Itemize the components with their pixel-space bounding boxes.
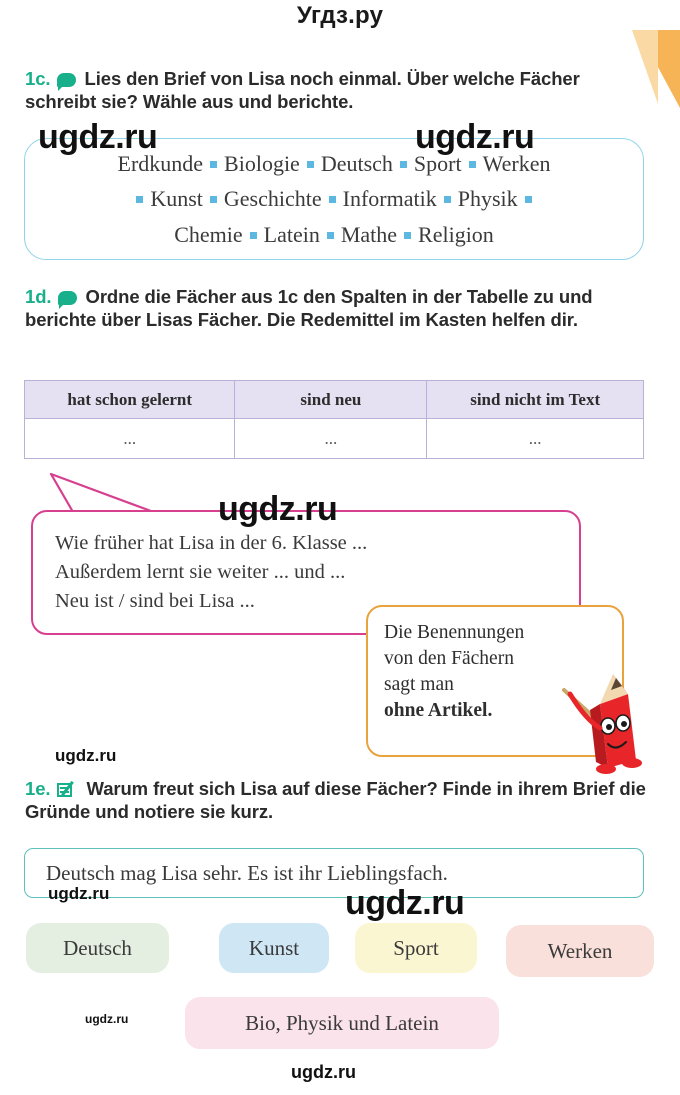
sample-answer-box: Deutsch mag Lisa sehr. Es ist ihr Liebli… [24,848,644,898]
grammar-tip-line: sagt man [384,673,454,695]
speech-bubble-icon [58,291,78,309]
bullet-square-icon [404,231,412,239]
bullet-square-icon [399,160,407,168]
subjects-line-3: Chemie Latein Mathe Religion [174,217,494,253]
textbook-page: Угдз.ру 1c. Lies den Brief von Lisa noch… [0,0,680,1095]
task-1e-number: 1e. [25,778,51,799]
subject-chip[interactable]: Kunst [150,186,203,211]
subject-chip[interactable]: Biologie [224,151,300,176]
task-1c: 1c. Lies den Brief von Lisa noch einmal.… [25,68,655,113]
task-1c-text: Lies den Brief von Lisa noch einmal. Übe… [25,68,580,112]
subject-pill-kunst[interactable]: Kunst [219,923,329,973]
task-1e-text: Warum freut sich Lisa auf diese Fächer? … [25,778,646,822]
subject-pill-bio-physik-latein[interactable]: Bio, Physik und Latein [185,997,499,1049]
sample-answer-text: Deutsch mag Lisa sehr. Es ist ihr Liebli… [46,860,448,885]
bullet-square-icon [468,160,476,168]
bullet-square-icon [443,196,451,204]
subject-chip[interactable]: Latein [264,222,320,247]
redemittel-line: Außerdem lernt sie weiter ... und ... [55,561,346,584]
subjects-sorting-table: hat schon gelernt sind neu sind nicht im… [23,380,644,459]
write-note-icon [57,780,77,798]
subject-chip[interactable]: Religion [418,222,494,247]
watermark: ugdz.ru [55,746,117,765]
table-row: ... ... ... [23,418,644,459]
task-1d-number: 1d. [25,286,52,307]
subject-pill-sport[interactable]: Sport [355,923,477,973]
subject-pill-label: Werken [547,938,613,963]
bullet-square-icon [136,196,144,204]
subject-chip[interactable]: Informatik [343,186,437,211]
grammar-tip-line: von den Fächern [384,647,514,669]
grammar-tip-line: Die Benennungen [384,622,525,643]
task-1e: 1e. Warum freut sich Lisa auf diese Fäch… [25,778,655,823]
table-cell[interactable]: ... [234,418,428,459]
subject-chip[interactable]: Physik [458,186,518,211]
bullet-square-icon [210,160,218,168]
watermark: ugdz.ru [85,1012,129,1026]
task-1d: 1d. Ordne die Fächer aus 1c den Spalten … [25,286,655,331]
subject-pill-label: Kunst [248,935,300,960]
subjects-choice-box: Erdkunde Biologie Deutsch Sport Werken Kunst… [24,138,644,260]
subject-pill-werken[interactable]: Werken [506,925,654,977]
bullet-square-icon [326,231,334,239]
speech-bubble-icon [57,73,77,91]
subject-pill-label: Sport [393,935,439,960]
subject-chip[interactable]: Erdkunde [118,151,204,176]
table-header-row: hat schon gelernt sind neu sind nicht im… [23,380,644,419]
watermark: ugdz.ru [291,1062,356,1082]
table-cell[interactable]: ... [23,418,236,459]
site-header-title: Угдз.ру [296,2,384,29]
redemittel-line: Wie früher hat Lisa in der 6. Klasse ... [55,532,368,554]
subject-chip[interactable]: Geschichte [224,186,322,211]
subject-chip[interactable]: Sport [414,151,462,176]
subject-chip[interactable]: Mathe [341,222,397,247]
table-header-cell: sind neu [234,380,428,419]
subject-chip[interactable]: Chemie [174,222,242,247]
table-cell[interactable]: ... [426,418,644,459]
subject-chip[interactable]: Deutsch [321,151,393,176]
table-header-cell: hat schon gelernt [23,380,236,419]
bullet-square-icon [524,196,532,204]
bullet-square-icon [209,196,217,204]
bullet-square-icon [328,196,336,204]
subjects-line-2: Kunst Geschichte Informatik Physik [129,181,538,217]
subjects-line-1: Erdkunde Biologie Deutsch Sport Werken [118,146,551,182]
subject-pill-deutsch[interactable]: Deutsch [26,923,169,973]
task-1c-number: 1c. [25,68,51,89]
subject-chip[interactable]: Werken [483,151,551,176]
task-1d-text: Ordne die Fächer aus 1c den Spalten in d… [25,286,593,330]
bullet-square-icon [306,160,314,168]
table-header-cell: sind nicht im Text [426,380,644,419]
subject-pill-label: Bio, Physik und Latein [245,1010,439,1035]
grammar-tip-box: Die Benennungen von den Fächern sagt man… [366,605,624,757]
subject-pill-label: Deutsch [63,935,132,960]
bullet-square-icon [249,231,257,239]
grammar-tip-bold-line: ohne Artikel. [384,699,493,721]
